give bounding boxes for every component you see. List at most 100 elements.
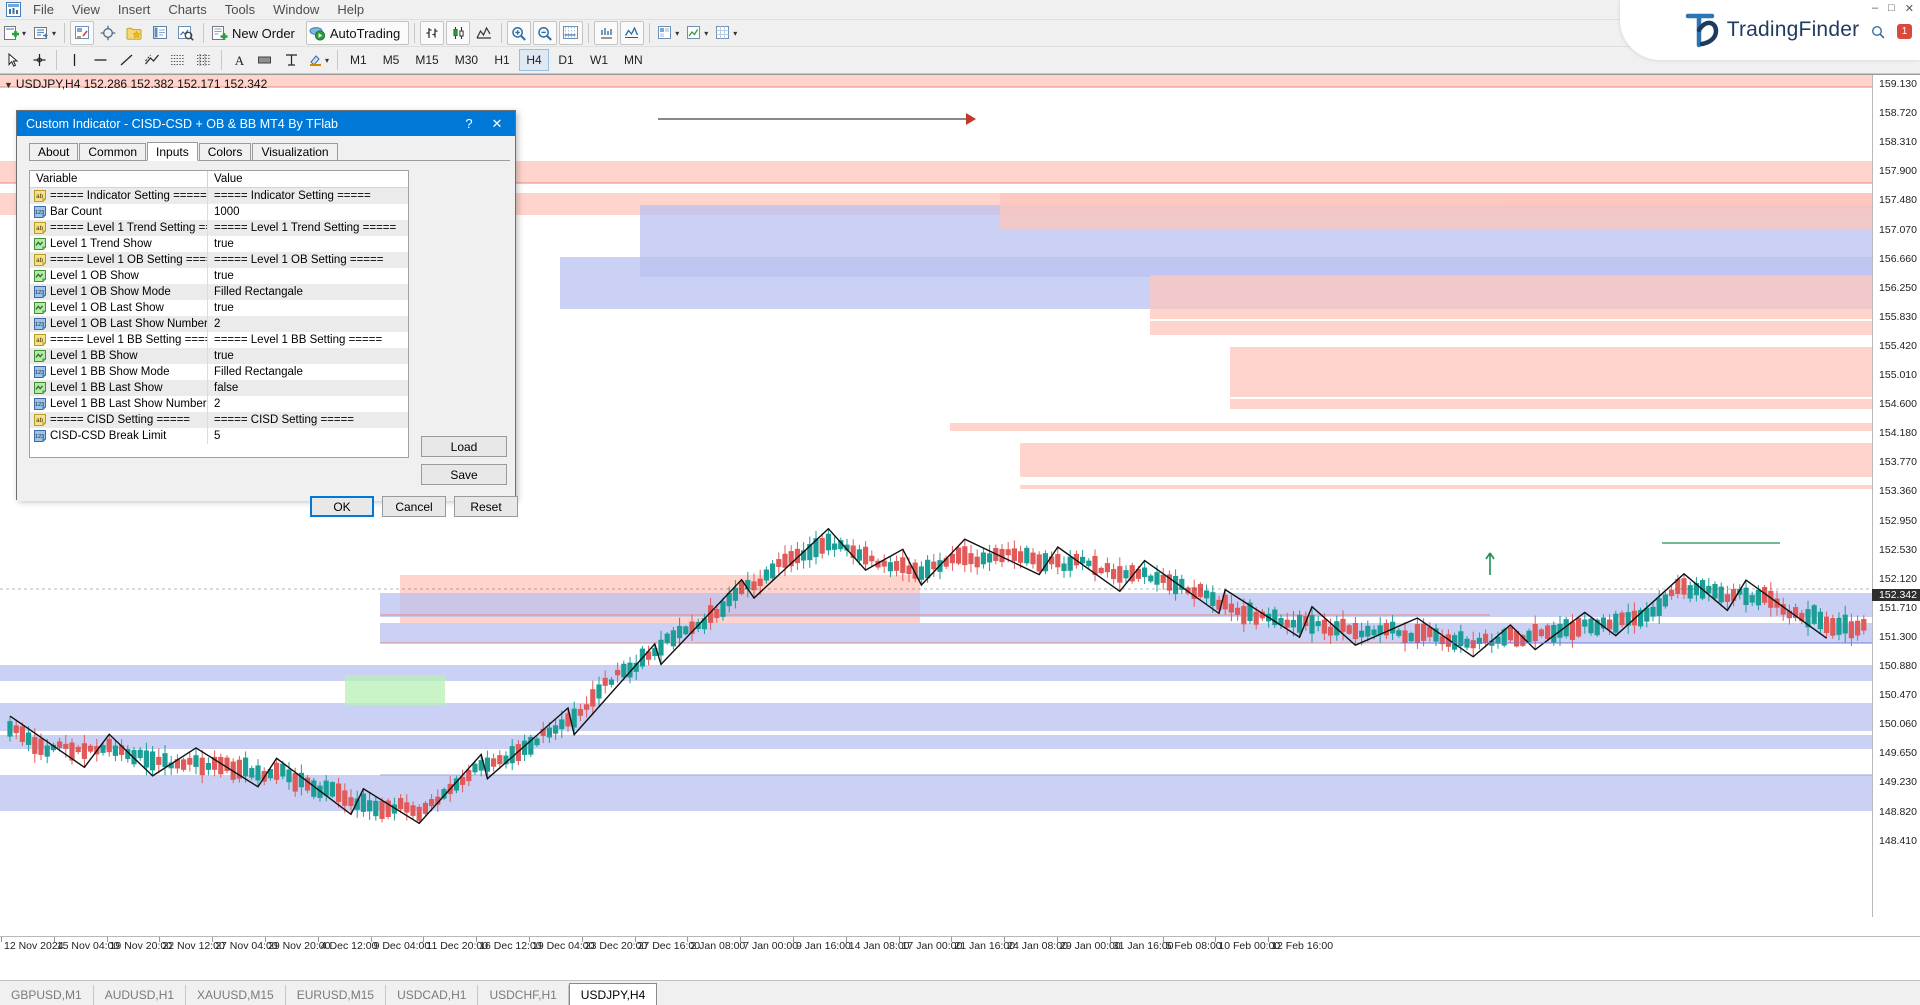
table-row[interactable]: ab===== CISD Setting ========== CISD Set…	[30, 412, 408, 428]
table-row[interactable]: 123Level 1 BB Show ModeFilled Rectangale	[30, 364, 408, 380]
crosshair-icon[interactable]	[27, 48, 51, 72]
param-value-cell[interactable]: ===== Level 1 Trend Setting =====	[208, 220, 408, 236]
cursor-icon[interactable]	[1, 48, 25, 72]
chevron-down-icon[interactable]: ▾	[674, 29, 679, 38]
dialog-tab-about[interactable]: About	[29, 143, 78, 160]
menu-insert[interactable]: Insert	[109, 0, 160, 19]
chevron-down-icon[interactable]: ▾	[732, 29, 737, 38]
symbol-tab-audusd[interactable]: AUDUSD,H1	[94, 985, 186, 1005]
notification-badge-icon[interactable]: 1	[1897, 24, 1912, 39]
menu-charts[interactable]: Charts	[159, 0, 215, 19]
timeframe-m1[interactable]: M1	[343, 49, 374, 71]
cancel-button[interactable]: Cancel	[382, 496, 446, 517]
search-icon[interactable]	[1871, 25, 1885, 39]
table-row[interactable]: 123Level 1 OB Last Show Number2	[30, 316, 408, 332]
minimize-button[interactable]: –	[1872, 2, 1878, 15]
price-axis[interactable]: 159.130158.720158.310157.900157.480157.0…	[1872, 75, 1920, 917]
param-value-cell[interactable]: true	[208, 268, 408, 284]
dialog-tab-inputs[interactable]: Inputs	[147, 142, 198, 161]
draw-color-icon[interactable]: ▾	[305, 48, 332, 72]
help-question-icon[interactable]: ?	[455, 112, 483, 135]
symbol-tab-gbpusd[interactable]: GBPUSD,M1	[0, 985, 94, 1005]
periods-icon[interactable]: ▾	[655, 21, 682, 45]
table-row[interactable]: 123CISD-CSD Break Limit5	[30, 428, 408, 444]
time-axis[interactable]: 12 Nov 202415 Nov 04:0019 Nov 20:0022 No…	[0, 936, 1920, 958]
table-row[interactable]: Level 1 Trend Showtrue	[30, 236, 408, 252]
navigator-icon[interactable]	[96, 21, 120, 45]
param-value-cell[interactable]: false	[208, 380, 408, 396]
table-row[interactable]: Level 1 OB Showtrue	[30, 268, 408, 284]
timeframe-h1[interactable]: H1	[487, 49, 517, 71]
table-row[interactable]: Level 1 BB Last Showfalse	[30, 380, 408, 396]
fibonacci-retracement-icon[interactable]	[166, 48, 190, 72]
menu-view[interactable]: View	[63, 0, 109, 19]
param-value-cell[interactable]: Filled Rectangale	[208, 284, 408, 300]
param-value-cell[interactable]: true	[208, 300, 408, 316]
table-row[interactable]: ab===== Level 1 OB Setting ========== Le…	[30, 252, 408, 268]
dialog-tab-common[interactable]: Common	[79, 143, 146, 160]
save-button[interactable]: Save	[421, 464, 507, 485]
horizontal-line-icon[interactable]	[88, 48, 112, 72]
symbol-tab-usdchf[interactable]: USDCHF,H1	[478, 985, 568, 1005]
profiles-icon[interactable]: ▾	[31, 21, 59, 45]
timeframe-m5[interactable]: M5	[376, 49, 407, 71]
autoscroll-icon[interactable]	[594, 21, 618, 45]
table-row[interactable]: ab===== Level 1 Trend Setting ==========…	[30, 220, 408, 236]
timeframe-d1[interactable]: D1	[551, 49, 581, 71]
autotrading-button[interactable]: AutoTrading	[306, 21, 409, 45]
grid-toggle-icon[interactable]: ▾	[713, 21, 740, 45]
close-button[interactable]: ✕	[1905, 2, 1914, 15]
timeframe-mn[interactable]: MN	[617, 49, 650, 71]
param-value-cell[interactable]: 5	[208, 428, 408, 444]
timeframe-m30[interactable]: M30	[448, 49, 485, 71]
symbol-tab-usdcad[interactable]: USDCAD,H1	[386, 985, 478, 1005]
text-label-icon[interactable]	[253, 48, 277, 72]
param-value-cell[interactable]: true	[208, 236, 408, 252]
indicators-icon[interactable]	[620, 21, 644, 45]
new-chart-icon[interactable]: ▾	[1, 21, 29, 45]
reset-button[interactable]: Reset	[454, 496, 518, 517]
arrows-icon[interactable]	[279, 48, 303, 72]
chevron-down-icon[interactable]: ▾	[51, 29, 56, 38]
ok-button[interactable]: OK	[310, 496, 374, 517]
param-value-cell[interactable]: ===== Level 1 OB Setting =====	[208, 252, 408, 268]
maximize-button[interactable]: □	[1888, 2, 1895, 15]
chevron-down-icon[interactable]: ▾	[703, 29, 708, 38]
table-row[interactable]: 123Level 1 BB Last Show Number2	[30, 396, 408, 412]
templates-icon[interactable]: ▾	[684, 21, 711, 45]
dialog-tab-visualization[interactable]: Visualization	[252, 143, 337, 160]
param-value-cell[interactable]: Filled Rectangale	[208, 364, 408, 380]
table-row[interactable]: Level 1 OB Last Showtrue	[30, 300, 408, 316]
table-row[interactable]: Level 1 BB Showtrue	[30, 348, 408, 364]
new-order-button[interactable]: New Order	[209, 21, 304, 45]
menu-help[interactable]: Help	[328, 0, 373, 19]
symbol-tab-usdjpy[interactable]: USDJPY,H4	[569, 983, 657, 1005]
symbol-tab-eurusd[interactable]: EURUSD,M15	[286, 985, 386, 1005]
custom-indicator-dialog[interactable]: Custom Indicator - CISD-CSD + OB & BB MT…	[16, 110, 516, 500]
param-value-cell[interactable]: 2	[208, 316, 408, 332]
param-value-cell[interactable]: 1000	[208, 204, 408, 220]
dialog-tab-colors[interactable]: Colors	[199, 143, 252, 160]
zoom-out-icon[interactable]	[533, 21, 557, 45]
symbol-tab-xauusd[interactable]: XAUUSD,M15	[186, 985, 286, 1005]
chevron-down-icon[interactable]: ▾	[324, 56, 329, 65]
terminal-icon[interactable]	[148, 21, 172, 45]
param-value-cell[interactable]: ===== Indicator Setting =====	[208, 188, 408, 204]
inputs-grid[interactable]: Variable Value ab===== Indicator Setting…	[29, 170, 409, 458]
dialog-title-bar[interactable]: Custom Indicator - CISD-CSD + OB & BB MT…	[17, 111, 515, 136]
chevron-down-icon[interactable]: ▾	[21, 29, 26, 38]
menu-window[interactable]: Window	[264, 0, 328, 19]
fibonacci-grid-icon[interactable]	[192, 48, 216, 72]
autotrading-label[interactable]: AutoTrading	[327, 26, 406, 41]
line-chart-icon[interactable]	[472, 21, 496, 45]
trendline-icon[interactable]	[114, 48, 138, 72]
param-value-cell[interactable]: ===== CISD Setting =====	[208, 412, 408, 428]
timeframe-m15[interactable]: M15	[408, 49, 445, 71]
param-value-cell[interactable]: 2	[208, 396, 408, 412]
timeframe-h4[interactable]: H4	[519, 49, 549, 71]
collapse-triangle-icon[interactable]: ▼	[4, 80, 13, 90]
load-button[interactable]: Load	[421, 436, 507, 457]
equidistant-channel-icon[interactable]	[140, 48, 164, 72]
menu-tools[interactable]: Tools	[216, 0, 264, 19]
param-value-cell[interactable]: ===== Level 1 BB Setting =====	[208, 332, 408, 348]
